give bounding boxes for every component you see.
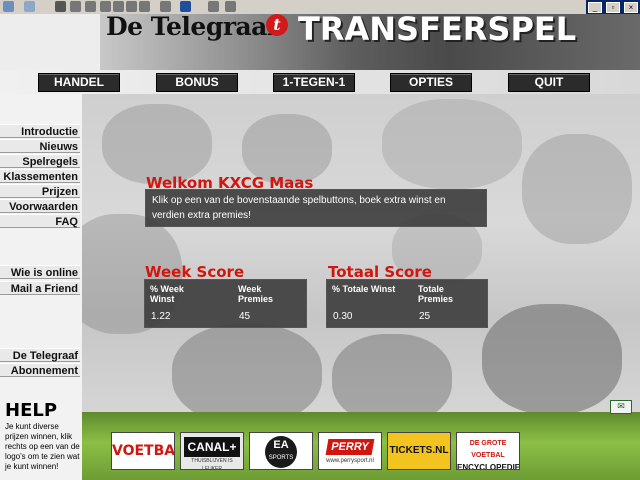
totaal-score-col2-value: 25 bbox=[419, 311, 431, 322]
sponsor-perry-text: PERRY bbox=[325, 439, 375, 455]
home-icon[interactable] bbox=[85, 1, 96, 12]
week-score-col2-header: Week Premies bbox=[238, 284, 274, 304]
sidebar-item-mail-a-friend[interactable]: Mail a Friend bbox=[0, 281, 80, 295]
nav-opties-button[interactable]: OPTIES bbox=[390, 73, 472, 92]
back-icon[interactable] bbox=[3, 1, 14, 12]
sidebar-item-de-telegraaf[interactable]: De Telegraaf bbox=[0, 348, 80, 362]
sidebar-item-spelregels[interactable]: Spelregels bbox=[0, 154, 80, 168]
sidebar-item-introductie[interactable]: Introductie bbox=[0, 124, 80, 138]
help-title: HELP bbox=[5, 400, 58, 421]
totaal-score-col1-header: % Totale Winst bbox=[332, 284, 396, 294]
mail-icon[interactable] bbox=[139, 1, 150, 12]
help-text: Je kunt diverse prijzen winnen, klik rec… bbox=[5, 422, 80, 471]
sponsor-canal-text: CANAL+ bbox=[184, 437, 240, 457]
forward-icon[interactable] bbox=[24, 1, 35, 12]
messenger-icon[interactable] bbox=[225, 1, 236, 12]
print-icon[interactable] bbox=[160, 1, 171, 12]
sponsor-tickets-logo[interactable]: TICKETS.NL bbox=[387, 432, 451, 470]
history-icon[interactable] bbox=[126, 1, 137, 12]
background-photo-shape bbox=[102, 104, 212, 184]
minimize-icon[interactable]: _ bbox=[588, 2, 602, 13]
sidebar-item-nieuws[interactable]: Nieuws bbox=[0, 139, 80, 153]
search-icon[interactable] bbox=[100, 1, 111, 12]
week-score-col1-value: 1.22 bbox=[151, 311, 171, 322]
sponsor-encyclopedie-logo[interactable]: DE GROTE VOETBAL ENCYCLOPEDIE bbox=[456, 432, 520, 470]
mail-envelope-icon[interactable]: ✉ bbox=[610, 400, 632, 414]
totaal-score-col1-value: 0.30 bbox=[333, 311, 353, 322]
totaal-score-title: Totaal Score bbox=[328, 263, 432, 281]
favorites-icon[interactable] bbox=[113, 1, 124, 12]
nav-handel-button[interactable]: HANDEL bbox=[38, 73, 120, 92]
main-content-area bbox=[82, 94, 640, 412]
page-title: TRANSFERSPEL bbox=[298, 10, 577, 48]
telegraaf-badge-icon: t bbox=[266, 14, 288, 36]
sidebar-item-faq[interactable]: FAQ bbox=[0, 214, 80, 228]
sidebar-item-abonnement[interactable]: Abonnement bbox=[0, 363, 80, 377]
sidebar-item-klassementen[interactable]: Klassementen bbox=[0, 169, 80, 183]
background-photo-shape bbox=[332, 334, 452, 412]
background-photo-shape bbox=[382, 99, 522, 189]
week-score-col1-header: % Week Winst bbox=[150, 284, 184, 304]
sponsor-voetbal-logo[interactable]: VOETBAL bbox=[111, 432, 175, 470]
nav-1tegen1-button[interactable]: 1-TEGEN-1 bbox=[273, 73, 355, 92]
nav-bonus-button[interactable]: BONUS bbox=[156, 73, 238, 92]
refresh-icon[interactable] bbox=[70, 1, 81, 12]
sponsor-perry-sub: www.perrysport.nl bbox=[326, 458, 374, 464]
sponsor-ea-sub: SPORTS bbox=[268, 455, 294, 461]
totaal-score-col2-header: Totale Premies bbox=[418, 284, 454, 304]
sponsor-canal-logo[interactable]: CANAL+ THUISBLIJVEN IS LEUKER bbox=[180, 432, 244, 470]
week-score-title: Week Score bbox=[145, 263, 245, 281]
background-photo-shape bbox=[482, 304, 622, 412]
sidebar-item-wie-is-online[interactable]: Wie is online bbox=[0, 265, 80, 279]
stop-icon[interactable] bbox=[55, 1, 66, 12]
background-photo-shape bbox=[522, 134, 632, 244]
discuss-icon[interactable] bbox=[208, 1, 219, 12]
window-controls: _ ▫ × bbox=[586, 0, 640, 14]
sponsor-encyclopedie-top: DE GROTE VOETBAL bbox=[469, 440, 507, 459]
nav-quit-button[interactable]: QUIT bbox=[508, 73, 590, 92]
ea-sports-emblem: EA SPORTS bbox=[265, 436, 297, 468]
sponsor-tickets-text: TICKETS.NL bbox=[389, 445, 449, 456]
sidebar-item-prijzen[interactable]: Prijzen bbox=[0, 184, 80, 198]
telegraaf-logo[interactable]: De Telegraaf bbox=[106, 12, 278, 41]
edit-icon[interactable] bbox=[180, 1, 191, 12]
welcome-text: Klik op een van de bovenstaande spelbutt… bbox=[152, 195, 446, 221]
welcome-panel: Klik op een van de bovenstaande spelbutt… bbox=[146, 190, 486, 226]
sponsor-perry-logo[interactable]: PERRY www.perrysport.nl bbox=[318, 432, 382, 470]
week-score-col2-value: 45 bbox=[239, 311, 251, 322]
maximize-icon[interactable]: ▫ bbox=[606, 2, 620, 13]
sponsor-ea-text: EA bbox=[273, 439, 289, 451]
background-photo-shape bbox=[172, 324, 322, 412]
sponsor-encyclopedie-text: ENCYCLOPEDIE bbox=[457, 463, 520, 470]
header-left-panel bbox=[0, 14, 100, 70]
sponsor-canal-sub: THUISBLIJVEN IS LEUKER bbox=[191, 458, 233, 470]
close-icon[interactable]: × bbox=[624, 2, 638, 13]
sponsor-voetbal-text: VOETBAL bbox=[112, 443, 175, 459]
sponsor-ea-logo[interactable]: EA SPORTS bbox=[249, 432, 313, 470]
sidebar-item-voorwaarden[interactable]: Voorwaarden bbox=[0, 199, 80, 213]
